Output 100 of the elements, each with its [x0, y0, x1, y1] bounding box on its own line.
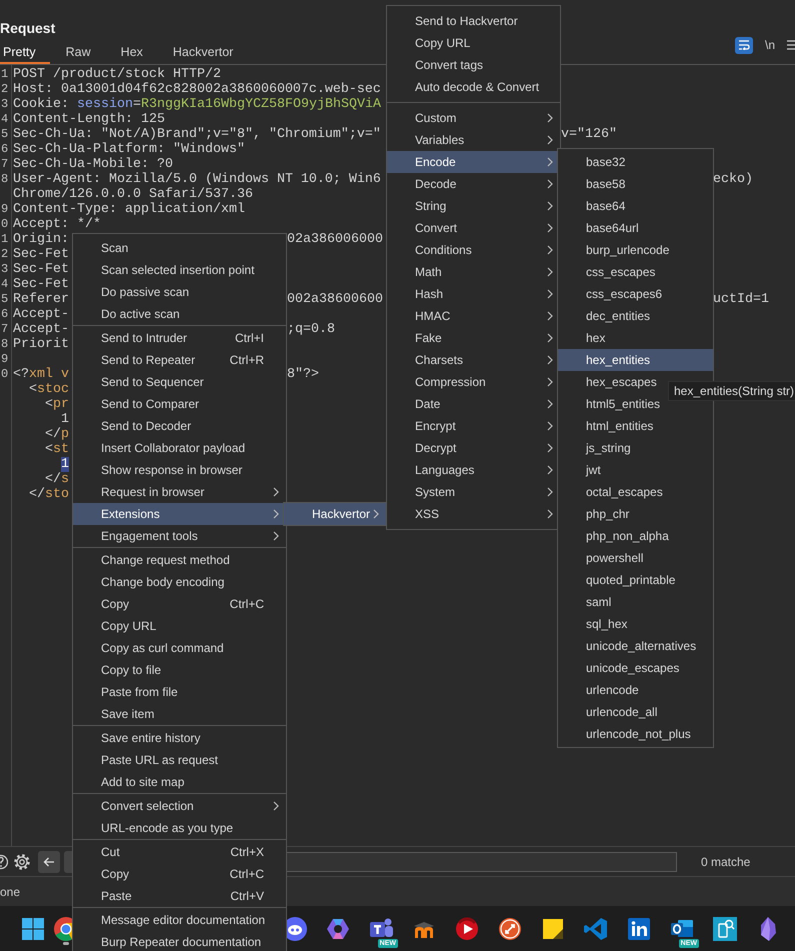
menu-item[interactable]: Change body encoding	[73, 571, 286, 593]
menu-item[interactable]: quoted_printable	[558, 569, 713, 591]
tab[interactable]: Hackvertor	[170, 42, 248, 64]
menu-item[interactable]: Charsets	[387, 349, 560, 371]
menu-item[interactable]: Burp Repeater documentation	[73, 931, 286, 951]
menu-item[interactable]: Decode	[387, 173, 560, 195]
menu-item[interactable]: HMAC	[387, 305, 560, 327]
menu-item[interactable]: css_escapes	[558, 261, 713, 283]
menu-item[interactable]: Hash	[387, 283, 560, 305]
menu-item[interactable]: Convert	[387, 217, 560, 239]
remote-icon[interactable]	[497, 916, 523, 942]
menu-item[interactable]: Copy URL	[387, 32, 560, 54]
menu-item[interactable]: Engagement tools	[73, 525, 286, 547]
grid-logo-icon[interactable]	[20, 916, 46, 942]
menu-item[interactable]: burp_urlencode	[558, 239, 713, 261]
menu-item[interactable]: Copy Ctrl+C	[73, 593, 286, 615]
menu-item[interactable]: unicode_alternatives	[558, 635, 713, 657]
menu-item[interactable]: octal_escapes	[558, 481, 713, 503]
menu-item[interactable]: Languages	[387, 459, 560, 481]
menu-item[interactable]: Send to Hackvertor	[387, 10, 560, 32]
menu-item[interactable]: Custom	[387, 107, 560, 129]
menu-item[interactable]: base64	[558, 195, 713, 217]
menu-item[interactable]: urlencode_not_plus	[558, 723, 713, 745]
square-logo-icon[interactable]	[626, 916, 652, 942]
menu-item[interactable]: Copy Ctrl+C	[73, 863, 286, 885]
menu-item[interactable]: Compression	[387, 371, 560, 393]
menu-item[interactable]: hex_entities	[558, 349, 713, 371]
menu-item[interactable]: Request in browser	[73, 481, 286, 503]
menu-item[interactable]: Date	[387, 393, 560, 415]
menu-item[interactable]: Send to Repeater Ctrl+R	[73, 349, 286, 371]
menu-item[interactable]: Hackvertor	[284, 503, 386, 525]
menu-item[interactable]: Copy URL	[73, 615, 286, 637]
tab[interactable]: Raw	[62, 42, 105, 64]
settings-icon[interactable]	[12, 852, 32, 872]
menu-item[interactable]: Encode	[387, 151, 560, 173]
play-icon[interactable]	[454, 916, 480, 942]
menu-item[interactable]: js_string	[558, 437, 713, 459]
tooltip: hex_entities(String str)	[668, 381, 795, 401]
menu-item[interactable]: base58	[558, 173, 713, 195]
phone-search-icon[interactable]	[712, 916, 738, 942]
menu-item[interactable]: Fake	[387, 327, 560, 349]
menu-item[interactable]: Insert Collaborator payload	[73, 437, 286, 459]
menu-item[interactable]: base64url	[558, 217, 713, 239]
newline-toggle[interactable]: \n	[764, 38, 775, 52]
menu-item[interactable]: Copy to file	[73, 659, 286, 681]
menu-item[interactable]: Do passive scan	[73, 281, 286, 303]
menu-item[interactable]: unicode_escapes	[558, 657, 713, 679]
menu-item[interactable]: Show response in browser	[73, 459, 286, 481]
menu-item[interactable]: Copy as curl command	[73, 637, 286, 659]
line-number: 0	[0, 217, 10, 232]
wrap-button[interactable]	[734, 36, 753, 54]
menu-item[interactable]: Save item	[73, 703, 286, 725]
menu-item[interactable]: Extensions	[73, 503, 286, 525]
menu-item[interactable]: Send to Decoder	[73, 415, 286, 437]
menu-item[interactable]: Message editor documentation	[73, 909, 286, 931]
menu-item[interactable]: Cut Ctrl+X	[73, 841, 286, 863]
menu-item[interactable]: Send to Intruder Ctrl+I	[73, 327, 286, 349]
tab[interactable]: Pretty	[0, 42, 50, 64]
menu-icon[interactable]	[787, 40, 795, 50]
menu-item[interactable]: Conditions	[387, 239, 560, 261]
menu-item[interactable]: Save entire history	[73, 727, 286, 749]
menu-item[interactable]: Send to Comparer	[73, 393, 286, 415]
menu-item[interactable]: Send to Sequencer	[73, 371, 286, 393]
menu-item[interactable]: Convert selection	[73, 795, 286, 817]
menu-item[interactable]: php_chr	[558, 503, 713, 525]
back-button[interactable]	[38, 850, 60, 872]
menu-item[interactable]: Paste URL as request	[73, 749, 286, 771]
menu-item[interactable]: System	[387, 481, 560, 503]
tab[interactable]: Hex	[118, 42, 157, 64]
menu-item[interactable]: Decrypt	[387, 437, 560, 459]
menu-item[interactable]: base32	[558, 151, 713, 173]
menu-item[interactable]: Convert tags	[387, 54, 560, 76]
menu-item[interactable]: html_entities	[558, 415, 713, 437]
menu-item[interactable]: Math	[387, 261, 560, 283]
code-editor-icon[interactable]	[583, 916, 609, 942]
menu-item[interactable]: Variables	[387, 129, 560, 151]
menu-item[interactable]: Scan	[73, 237, 286, 259]
menu-item[interactable]: powershell	[558, 547, 713, 569]
menu-item[interactable]: php_non_alpha	[558, 525, 713, 547]
menu-item[interactable]: XSS	[387, 503, 560, 525]
menu-item[interactable]: Do active scan	[73, 303, 286, 325]
menu-item[interactable]: String	[387, 195, 560, 217]
menu-item[interactable]: Change request method	[73, 549, 286, 571]
menu-item[interactable]: urlencode_all	[558, 701, 713, 723]
menu-item[interactable]: Paste from file	[73, 681, 286, 703]
menu-item[interactable]: Add to site map	[73, 771, 286, 793]
menu-item[interactable]: saml	[558, 591, 713, 613]
menu-item[interactable]: sql_hex	[558, 613, 713, 635]
menu-item[interactable]: Auto decode & Convert	[387, 76, 560, 98]
menu-item[interactable]: Scan selected insertion point	[73, 259, 286, 281]
menu-item[interactable]: dec_entities	[558, 305, 713, 327]
menu-item[interactable]: Paste Ctrl+V	[73, 885, 286, 907]
menu-item[interactable]: css_escapes6	[558, 283, 713, 305]
menu-item[interactable]: Encrypt	[387, 415, 560, 437]
code-line: Content-Length: 125	[13, 112, 165, 127]
code-line: <?xml v	[13, 367, 69, 382]
menu-item[interactable]: urlencode	[558, 679, 713, 701]
menu-item[interactable]: hex	[558, 327, 713, 349]
menu-item[interactable]: jwt	[558, 459, 713, 481]
menu-item[interactable]: URL-encode as you type	[73, 817, 286, 839]
